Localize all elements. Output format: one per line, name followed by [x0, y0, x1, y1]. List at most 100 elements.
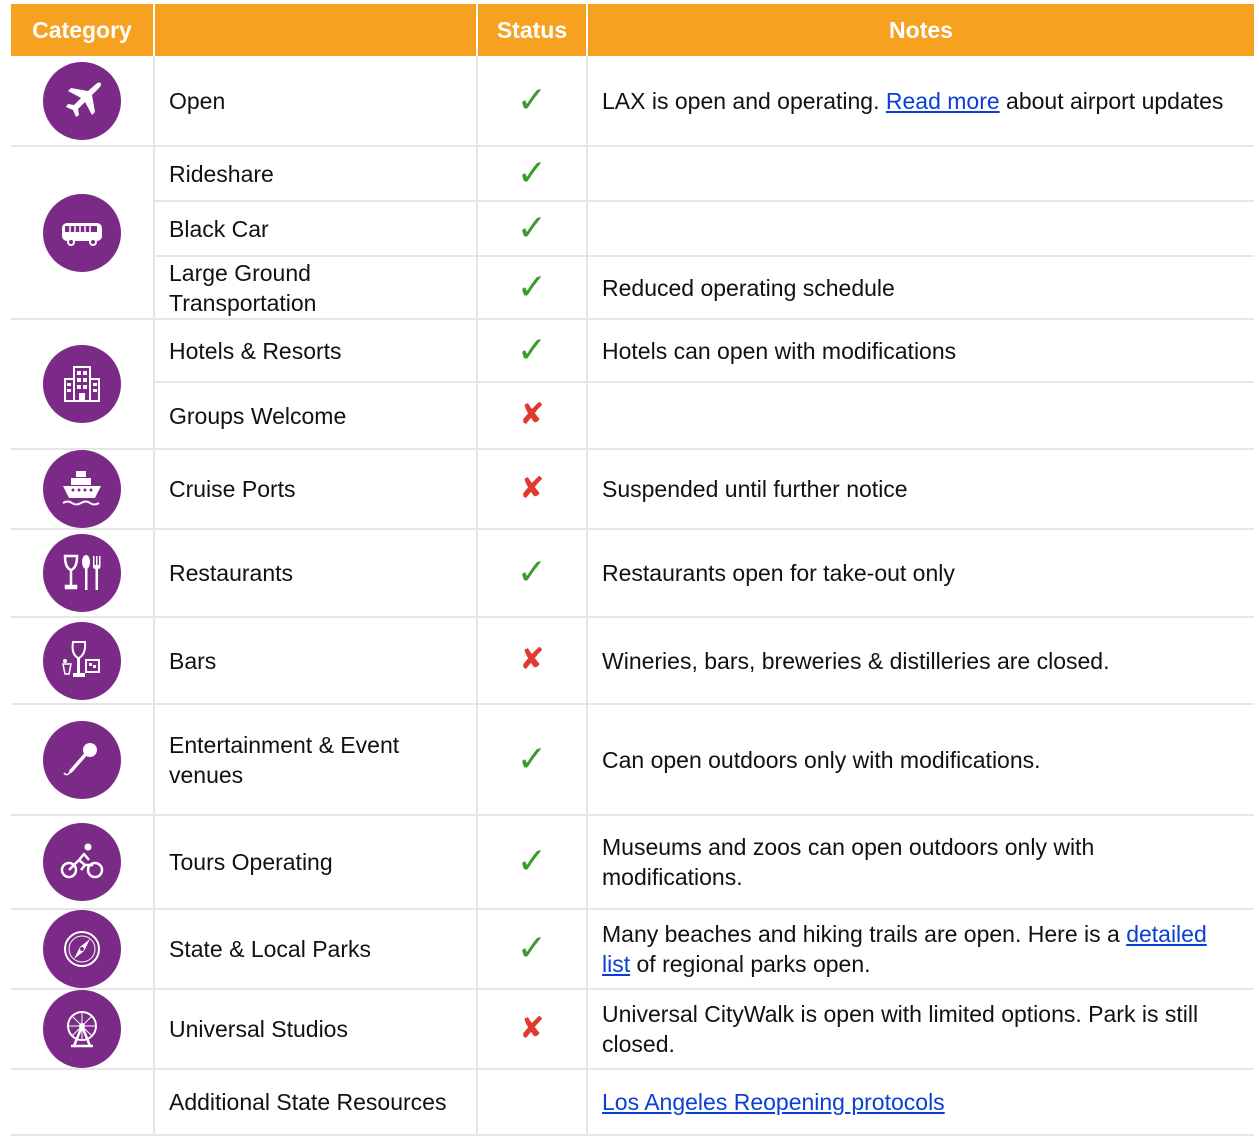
notes-text: Many beaches and hiking trails are open.…	[602, 921, 1127, 947]
notes-cell: Reduced operating schedule	[587, 256, 1254, 320]
status-cell: ✓	[477, 815, 588, 910]
notes-cell: Can open outdoors only with modification…	[587, 704, 1254, 816]
row-name: Black Car	[154, 201, 478, 257]
drinks-icon	[43, 621, 121, 700]
table-row: Black Car ✓	[11, 201, 1254, 257]
category-cell	[11, 815, 155, 910]
status-cell: ✓	[477, 909, 588, 990]
ship-icon	[43, 450, 121, 528]
notes-cell: Restaurants open for take-out only	[587, 529, 1254, 618]
ferris-wheel-icon	[43, 990, 121, 1068]
hotel-icon	[43, 345, 121, 423]
status-cell	[477, 1069, 588, 1136]
header-name	[154, 4, 478, 56]
notes-text: about airport updates	[999, 87, 1224, 114]
notes-cell: Hotels can open with modifications	[587, 319, 1254, 383]
reopening-protocols-link[interactable]: Los Angeles Reopening protocols	[602, 1089, 945, 1115]
dining-icon	[43, 534, 121, 612]
cross-icon: ✘	[519, 470, 545, 506]
notes-cell: Many beaches and hiking trails are open.…	[587, 909, 1254, 990]
check-icon: ✓	[516, 841, 548, 882]
header-notes: Notes	[587, 4, 1254, 56]
category-cell	[11, 989, 155, 1070]
row-name: Bars	[154, 617, 478, 705]
notes-cell: Suspended until further notice	[587, 449, 1254, 530]
table-header-row: Category Status Notes	[11, 4, 1254, 56]
row-name: Universal Studios	[154, 989, 478, 1070]
table-row: State & Local Parks ✓ Many beaches and h…	[11, 909, 1254, 990]
category-cell	[11, 529, 155, 618]
check-icon: ✓	[516, 552, 548, 593]
status-cell: ✓	[477, 529, 588, 618]
reopening-status-table: Category Status Notes Open ✓ LAX is open…	[11, 4, 1254, 1136]
check-icon: ✓	[516, 266, 548, 308]
notes-cell	[587, 146, 1254, 202]
table-row: Cruise Ports ✘ Suspended until further n…	[11, 449, 1254, 530]
check-icon: ✓	[516, 207, 548, 249]
status-cell: ✘	[477, 382, 588, 450]
notes-cell: Wineries, bars, breweries & distilleries…	[587, 617, 1254, 705]
table-row: Rideshare ✓	[11, 146, 1254, 320]
category-cell	[11, 704, 155, 816]
cross-icon: ✘	[519, 1010, 545, 1046]
header-status: Status	[477, 4, 588, 56]
notes-text: of regional parks open.	[630, 951, 871, 977]
read-more-link[interactable]: Read more	[886, 88, 1000, 114]
row-name: State & Local Parks	[154, 909, 478, 990]
row-name: Cruise Ports	[154, 449, 478, 530]
status-cell: ✘	[477, 617, 588, 705]
check-icon: ✓	[516, 329, 548, 371]
bus-icon	[43, 193, 121, 272]
row-name: Groups Welcome	[154, 382, 478, 450]
notes-cell: Los Angeles Reopening protocols	[587, 1069, 1254, 1136]
category-cell	[11, 1069, 155, 1136]
row-name: Large Ground Transportation	[154, 256, 478, 320]
table-row: Groups Welcome ✘	[11, 382, 1254, 450]
status-cell: ✘	[477, 449, 588, 530]
row-name: Tours Operating	[154, 815, 478, 910]
status-cell: ✓	[477, 146, 588, 202]
cross-icon: ✘	[519, 642, 545, 677]
table-row: Large Ground Transportation ✓ Reduced op…	[11, 256, 1254, 320]
airplane-icon	[43, 61, 121, 140]
table-row: Universal Studios ✘ Universal CityWalk i…	[11, 989, 1254, 1070]
table-row: Entertainment & Event venues ✓ Can open …	[11, 704, 1254, 816]
table-row: Hotels & Resorts ✓ Hotels can open with …	[11, 319, 1254, 450]
check-icon: ✓	[516, 738, 548, 780]
row-name: Rideshare	[154, 146, 478, 202]
notes-cell: Museums and zoos can open outdoors only …	[587, 815, 1254, 910]
cyclist-icon	[43, 823, 121, 901]
row-name: Hotels & Resorts	[154, 319, 478, 383]
category-cell	[11, 909, 155, 990]
category-cell	[11, 319, 155, 450]
check-icon: ✓	[516, 928, 548, 969]
notes-cell	[587, 382, 1254, 450]
compass-icon	[43, 910, 121, 988]
row-name: Open	[154, 56, 478, 147]
table-row: Open ✓ LAX is open and operating. Read m…	[11, 56, 1254, 147]
category-cell	[11, 617, 155, 705]
microphone-icon	[43, 720, 121, 799]
category-cell	[11, 449, 155, 530]
table-row: Restaurants ✓ Restaurants open for take-…	[11, 529, 1254, 618]
table-row: Tours Operating ✓ Museums and zoos can o…	[11, 815, 1254, 910]
notes-text: LAX is open and operating.	[602, 87, 886, 114]
header-category: Category	[11, 4, 155, 56]
notes-cell	[587, 201, 1254, 257]
check-icon: ✓	[516, 79, 548, 121]
status-cell: ✓	[477, 704, 588, 816]
notes-cell: LAX is open and operating. Read more abo…	[587, 56, 1254, 147]
row-name: Additional State Resources	[154, 1069, 478, 1136]
status-cell: ✓	[477, 319, 588, 383]
category-cell	[11, 56, 155, 147]
status-cell: ✓	[477, 256, 588, 320]
category-cell	[11, 146, 155, 320]
table-row: Additional State Resources Los Angeles R…	[11, 1069, 1254, 1136]
check-icon: ✓	[516, 152, 548, 194]
row-name: Entertainment & Event venues	[154, 704, 478, 816]
status-cell: ✓	[477, 56, 588, 147]
table-row: Bars ✘ Wineries, bars, breweries & disti…	[11, 617, 1254, 705]
status-cell: ✘	[477, 989, 588, 1070]
notes-cell: Universal CityWalk is open with limited …	[587, 989, 1254, 1070]
status-cell: ✓	[477, 201, 588, 257]
